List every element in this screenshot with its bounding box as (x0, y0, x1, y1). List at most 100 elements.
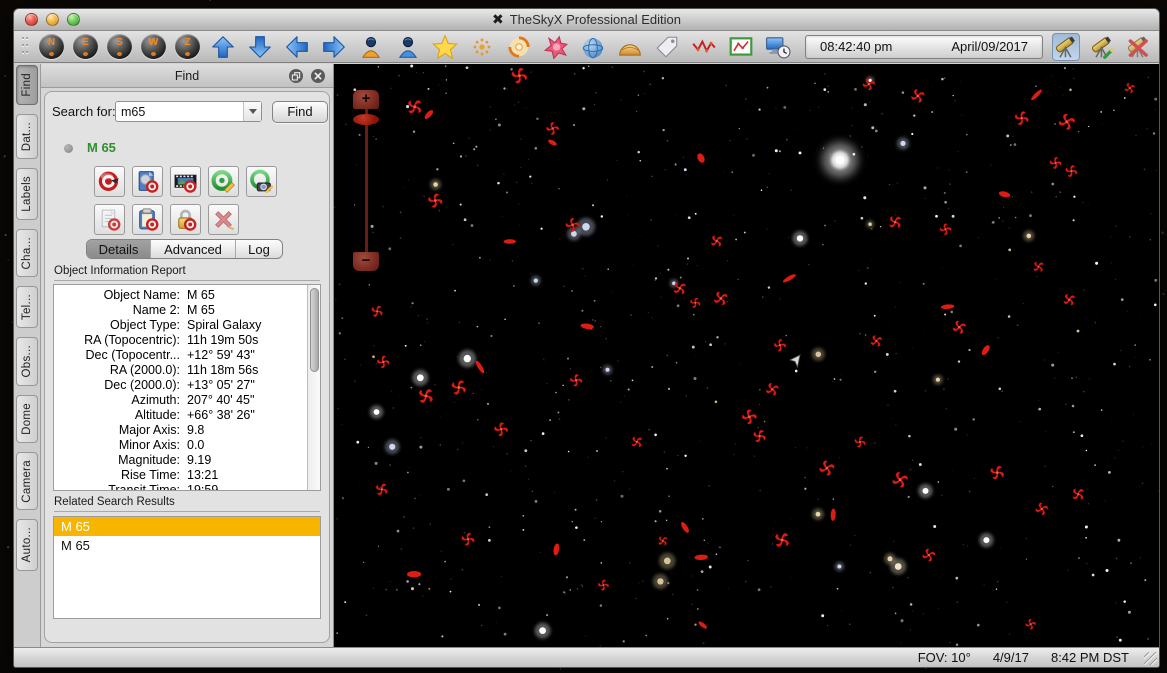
virtual-sky-clock-button[interactable] (764, 33, 792, 61)
telescope-connect-button[interactable] (1052, 32, 1080, 61)
tab-advanced[interactable]: Advanced (151, 240, 236, 258)
zoom-slider-thumb[interactable] (353, 114, 379, 125)
related-result-item[interactable]: M 65 (54, 536, 320, 555)
constellation-figure-orange-button[interactable] (357, 33, 385, 61)
tab-log[interactable]: Log (236, 240, 282, 258)
zoom-out-button[interactable]: − (353, 252, 379, 271)
title-bar[interactable]: ✖ TheSkyX Professional Edition (14, 9, 1159, 31)
star-button[interactable] (431, 33, 459, 61)
chart-button[interactable] (727, 33, 755, 61)
window-title: ✖ TheSkyX Professional Edition (492, 11, 681, 28)
report-row-value: 9.19 (187, 453, 212, 467)
slide-show-button[interactable] (170, 166, 201, 197)
compass-e-button[interactable]: E (73, 34, 98, 59)
telescope-disconnect-button[interactable] (1124, 33, 1152, 61)
resize-grip-icon[interactable] (1144, 652, 1157, 665)
sidebar-tab-find[interactable]: Find (16, 65, 38, 105)
delete-search-icon (215, 211, 234, 230)
clock-display[interactable]: 08:42:40 pm April/09/2017 (805, 34, 1043, 59)
report-row: Magnitude: 9.19 (54, 453, 306, 468)
sidebar-tab-label: Camera (21, 459, 33, 503)
find-button[interactable]: Find (272, 101, 328, 123)
report-row: Object Name: M 65 (54, 288, 306, 303)
related-search-results-list[interactable]: M 65 M 65 (53, 516, 321, 619)
lock-target-button[interactable] (170, 204, 201, 235)
compass-w-button[interactable]: W (141, 34, 166, 59)
chart-icon (729, 36, 753, 56)
mouse-cursor (789, 354, 801, 368)
sidebar-tab-label: Labels (21, 175, 33, 212)
label-tag-button[interactable] (653, 33, 681, 61)
find-panel: Find Search for: m65 Find M 65 Details A… (41, 64, 334, 647)
window-title-text: TheSkyX Professional Edition (509, 12, 681, 27)
toolbar-grip[interactable] (22, 36, 30, 57)
search-combobox[interactable] (115, 101, 262, 122)
celestial-sphere-button[interactable] (579, 33, 607, 61)
arrow-left-button[interactable] (283, 33, 311, 61)
copy-report-button[interactable] (94, 204, 125, 235)
constellation-figure-blue-button[interactable] (394, 33, 422, 61)
zoom-window-button[interactable] (67, 13, 80, 26)
combo-dropdown-icon[interactable] (243, 102, 261, 121)
compass-z-button[interactable]: Z (175, 34, 200, 59)
sky-chart[interactable] (334, 64, 1159, 647)
sidebar-tab-dat[interactable]: Dat... (16, 113, 38, 159)
report-row-label: Major Axis: (118, 423, 180, 437)
horizon-button[interactable] (616, 33, 644, 61)
new-search-target-button[interactable] (208, 166, 239, 197)
find-panel-header[interactable]: Find (41, 64, 333, 88)
new-search-photo-button[interactable] (246, 166, 277, 197)
sidebar-tab-labels[interactable]: Labels (16, 167, 38, 220)
window-controls (25, 13, 80, 26)
sidebar-tab-label: Dat... (21, 121, 33, 151)
float-panel-icon[interactable] (288, 68, 304, 84)
sky-view[interactable]: + − (334, 64, 1159, 647)
report-row: Object Type: Spiral Galaxy (54, 318, 306, 333)
clipboard-report-icon (139, 208, 159, 231)
report-row: Major Axis: 9.8 (54, 423, 306, 438)
compass-n-button[interactable]: N (39, 34, 64, 59)
status-fov: FOV: 10° (917, 650, 971, 665)
report-row-value: 9.8 (187, 423, 205, 437)
zoom-in-button[interactable]: + (353, 90, 379, 109)
result-object-name: M 65 (87, 140, 116, 155)
telescope-setup-button[interactable] (1088, 33, 1116, 61)
sidebar-tab-cha[interactable]: Cha... (16, 228, 38, 278)
related-result-item[interactable]: M 65 (54, 517, 320, 536)
object-information-report[interactable]: Object Name: M 65 Name 2: M 65 Object Type: S… (53, 284, 321, 491)
center-target-icon (98, 171, 119, 191)
report-row: RA (2000.0): 11h 18m 56s (54, 363, 306, 378)
search-input[interactable] (116, 104, 243, 119)
close-panel-icon[interactable] (310, 68, 326, 84)
sidebar-tab-label: Obs... (21, 345, 33, 378)
sidebar-tab-obs[interactable]: Obs... (16, 337, 38, 386)
sidebar-tab-label: Auto... (21, 527, 33, 563)
compass-s-button[interactable]: S (107, 34, 132, 59)
satellite-path-button[interactable] (690, 33, 718, 61)
arrow-up-button[interactable] (209, 33, 237, 61)
sidebar-tab-camera[interactable]: Camera (16, 451, 38, 511)
center-target-button[interactable] (94, 166, 125, 197)
zoom-slider-track[interactable] (364, 109, 368, 252)
object-photo-button[interactable] (132, 166, 163, 197)
close-window-button[interactable] (25, 13, 38, 26)
report-scrollbar-thumb[interactable] (309, 288, 319, 372)
object-action-row-1 (94, 166, 277, 197)
arrow-right-button[interactable] (320, 33, 348, 61)
arrow-down-button[interactable] (246, 33, 274, 61)
sidebar-tab-auto[interactable]: Auto... (16, 519, 38, 571)
nebula-button[interactable] (542, 33, 570, 61)
report-row-label: Dec (2000.0): (104, 378, 180, 392)
galaxy-button[interactable] (505, 33, 533, 61)
sidebar-tab-tel[interactable]: Tel... (16, 286, 38, 329)
clipboard-report-button[interactable] (132, 204, 163, 235)
tab-details[interactable]: Details (87, 240, 151, 258)
report-row-value: +12° 59' 43" (187, 348, 255, 362)
minimize-window-button[interactable] (46, 13, 59, 26)
delete-search-button[interactable] (208, 204, 239, 235)
zoom-slider: + − (353, 90, 379, 271)
toolbar-icon-group (209, 33, 792, 61)
star-cluster-button[interactable] (468, 33, 496, 61)
sidebar-tab-dome[interactable]: Dome (16, 394, 38, 443)
report-scrollbar[interactable] (307, 285, 320, 490)
